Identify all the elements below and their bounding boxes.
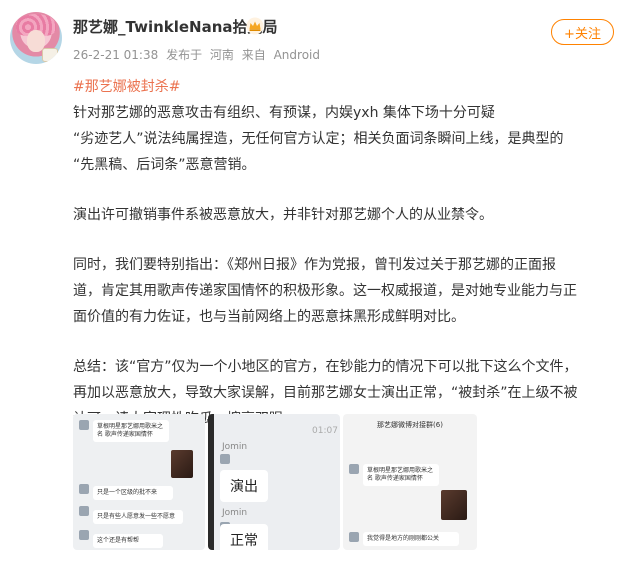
post-line: 针对那艺娜的恶意攻击有组织、有预谋，内娱yxh 集体下场十分可疑 [73,105,495,121]
chat-avatar-icon [79,506,89,516]
chat-avatar-icon [79,484,89,494]
chat-avatar-icon [79,420,89,430]
chat-message: 我觉得是地方的刚刚都公关 [363,532,459,546]
post-timestamp[interactable]: 26-2-21 01:38 [73,48,158,62]
post-device: Android [273,48,320,62]
post-line: 演出许可撤销事件系被恶意放大，并非针对那艺娜个人的从业禁令。 [73,207,493,223]
post-location: 河南 [209,48,234,62]
post-line: “先黑稿、后词条”恶意营销。 [73,157,256,173]
chat-photo [441,490,467,520]
chat-time: 01:07 [312,426,338,436]
avatar-badge [42,48,58,62]
post-image-2[interactable]: 01:07 Jomin 演出 Jomin 正常 [208,414,340,550]
chat-message: 只是一个区级的批不来 [93,486,173,500]
post-image-3[interactable]: 那艺娜微博对接群(6) 草根明星那艺娜用歌米之名 歌声传递家国情怀 我觉得是地方… [343,414,477,550]
chat-avatar-icon [220,454,230,464]
avatar[interactable] [10,12,62,64]
post-image-1[interactable]: 草根明星那艺娜用歌米之名 歌声传递家国情怀 只是一个区级的批不来 只是有些人愿意… [73,414,205,550]
chat-sender: Jomin [222,508,248,518]
chat-message: 这个还是有帮帮 [93,534,163,548]
chat-avatar-icon [79,530,89,540]
follow-button[interactable]: +关注 [551,19,614,45]
post-line: 再加以恶意放大，导致大家误解，目前那艺娜女士演出正常，“被封杀”在上级不被 [73,385,578,401]
chat-title: 那艺娜微博对接群(6) [377,421,443,429]
image-edge [208,414,214,550]
post-content: #那艺娜被封杀# 针对那艺娜的恶意攻击有组织、有预谋，内娱yxh 集体下场十分可… [73,74,613,432]
chat-message: 草根明星那艺娜用歌米之名 歌声传递家国情怀 [93,420,169,442]
chat-sender: Jomin [222,442,248,452]
post-line: “劣迹艺人”说法纯属捏造，无任何官方认定；相关负面词条瞬间上线，是典型的 [73,131,564,147]
post-line: 道，肯定其用歌声传递家国情怀的积极形象。这一权威报道，是对她专业能力与正 [73,283,577,299]
chat-bubble: 正常 [220,524,268,550]
chat-photo [171,450,193,478]
chat-avatar-icon [349,532,359,542]
chat-message: 草根明星那艺娜用歌米之名 歌声传递家国情怀 [363,464,439,486]
post-device-prefix: 来自 [241,48,266,62]
topic-link[interactable]: #那艺娜被封杀# [73,74,613,100]
post-line: 面价值的有力佐证，也与当前网络上的恶意抹黑形成鲜明对比。 [73,309,465,325]
chat-bubble: 演出 [220,470,268,502]
chat-message: 只是有些人愿意发一些不愿意 [93,510,183,524]
chat-avatar-icon [349,464,359,474]
post-line: 总结：该“官方”仅为一个小地区的官方，在钞能力的情况下可以批下这么个文件， [73,359,578,375]
crown-badge-icon [246,17,264,35]
post-meta: 26-2-21 01:38 发布于 河南 来自 Android [73,46,324,63]
post-source-prefix: 发布于 [166,48,203,62]
post-line: 同时，我们要特别指出：《郑州日报》作为党报，曾刊发过关于那艺娜的正面报 [73,257,556,273]
